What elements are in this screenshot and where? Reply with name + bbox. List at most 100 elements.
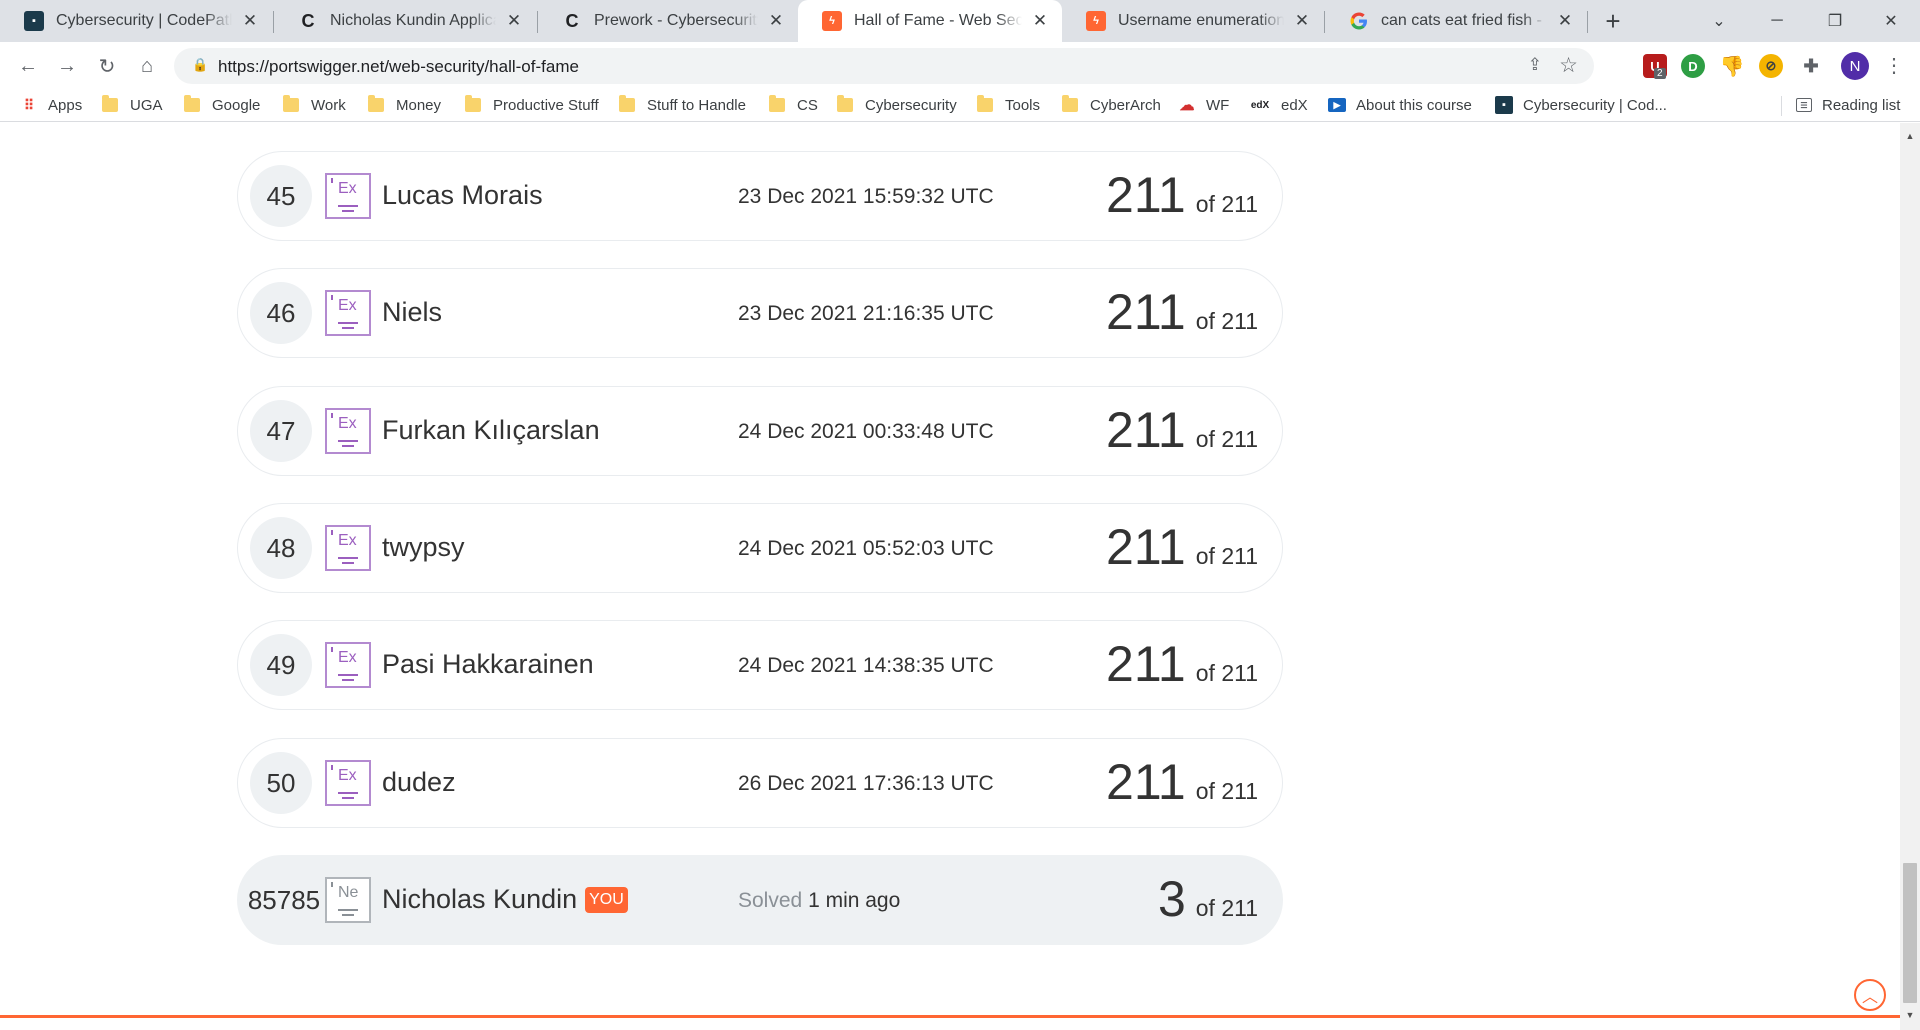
bookmark-star-icon[interactable]: ☆	[1559, 53, 1578, 78]
restore-button[interactable]: ❐	[1806, 0, 1864, 42]
dislike-extension-icon[interactable]: 👎	[1720, 54, 1745, 78]
level-icon-line	[342, 797, 354, 799]
current-user-row: 85785 Ne Nicholas Kundin YOU Solved 1 mi…	[237, 855, 1283, 945]
score: 211 of 211	[1106, 635, 1258, 693]
bookmark-label: Productive Stuff	[493, 96, 599, 114]
leaderboard-row: 45 Ex Lucas Morais 23 Dec 2021 15:59:32 …	[237, 151, 1283, 241]
page-scrollbar[interactable]: ▲ ▼	[1900, 123, 1920, 1030]
level-icon-mark	[331, 882, 333, 887]
folder-icon	[619, 95, 635, 112]
tab-strip: ▪ Cybersecurity | CodePath.org ✕ C Nicho…	[0, 0, 1920, 42]
bookmark-folder-cybersecurity[interactable]: Cybersecurity	[837, 94, 957, 116]
close-icon[interactable]: ✕	[1030, 11, 1050, 31]
bookmark-label: About this course	[1356, 96, 1472, 114]
folder-icon	[368, 95, 384, 112]
bookmark-label: Money	[396, 96, 442, 114]
rank-badge: 48	[250, 517, 312, 579]
bookmark-apps[interactable]: ⠿ Apps	[20, 94, 82, 116]
bookmark-folder-tools[interactable]: Tools	[977, 94, 1040, 116]
tab-title: Prework - Cybersecurity University	[594, 12, 758, 29]
rank-badge: 49	[250, 634, 312, 696]
portswigger-icon: ϟ	[1086, 11, 1106, 31]
leaderboard-row: 48 Ex twypsy 24 Dec 2021 05:52:03 UTC 21…	[237, 503, 1283, 593]
bookmark-wf[interactable]: ☁ WF	[1178, 94, 1230, 116]
browser-toolbar: ← → ↻ ⌂ 🔒 https://portswigger.net/web-se…	[0, 42, 1920, 88]
scrollbar-thumb[interactable]	[1903, 863, 1917, 1003]
tab-search-icon[interactable]: ⌄	[1690, 0, 1748, 42]
level-icon-line	[338, 674, 358, 676]
browser-menu-icon[interactable]: ⋮	[1884, 52, 1904, 80]
bookmark-folder-uga[interactable]: UGA	[102, 94, 163, 116]
bookmark-folder-productive-stuff[interactable]: Productive Stuff	[465, 94, 599, 116]
close-window-button[interactable]: ✕	[1862, 0, 1920, 42]
labs-total: of 211	[1195, 308, 1258, 334]
bookmark-label: Stuff to Handle	[647, 96, 746, 114]
wf-cloud-icon: ☁	[1179, 97, 1195, 114]
level-icon-line	[342, 679, 354, 681]
puzzle-extensions-icon[interactable]: ✚	[1799, 54, 1823, 78]
codepath-icon: ▪	[24, 11, 44, 31]
bookmark-folder-cyberarch[interactable]: CyberArch	[1062, 94, 1161, 116]
bookmark-label: CyberArch	[1090, 96, 1161, 114]
google-icon	[1349, 11, 1369, 31]
new-tab-button[interactable]: +	[1598, 6, 1628, 36]
level-icon-mark	[331, 647, 333, 652]
codepath-c-icon: C	[565, 10, 579, 31]
score: 211 of 211	[1106, 401, 1258, 459]
close-icon[interactable]: ✕	[240, 11, 260, 31]
address-bar[interactable]: 🔒 https://portswigger.net/web-security/h…	[174, 48, 1594, 84]
labs-total: of 211	[1195, 778, 1258, 804]
minimize-button[interactable]: ─	[1748, 0, 1806, 42]
expert-level-icon: Ex	[325, 525, 371, 571]
level-icon-line	[342, 327, 354, 329]
bookmark-label: Work	[311, 96, 346, 114]
scroll-down-arrow-icon[interactable]: ▼	[1900, 1010, 1920, 1022]
grammar-extension-icon[interactable]: D	[1681, 54, 1705, 78]
expert-level-icon: Ex	[325, 173, 371, 219]
completion-date: 24 Dec 2021 14:38:35 UTC	[738, 654, 994, 677]
user-name-text: Nicholas Kundin	[382, 884, 578, 914]
tab-codepath[interactable]: ▪ Cybersecurity | CodePath.org ✕	[0, 0, 272, 42]
labs-solved: 211	[1106, 284, 1186, 340]
lock-icon[interactable]: 🔒	[192, 57, 210, 75]
bookmark-cybersecurity-codepath[interactable]: ▪ Cybersecurity | Cod...	[1495, 94, 1667, 116]
back-button[interactable]: ←	[12, 50, 44, 82]
reload-button[interactable]: ↻	[91, 50, 123, 82]
rank-badge: 45	[250, 165, 312, 227]
url-text[interactable]: https://portswigger.net/web-security/hal…	[218, 57, 579, 77]
tab-google-search[interactable]: can cats eat fried fish - Google ✕	[1325, 0, 1587, 42]
tab-title: can cats eat fried fish - Google	[1381, 12, 1547, 29]
bookmark-folder-cs[interactable]: CS	[769, 94, 818, 116]
tab-prework[interactable]: C Prework - Cybersecurity University ✕	[538, 0, 798, 42]
level-icon-mark	[331, 765, 333, 770]
close-icon[interactable]: ✕	[504, 11, 524, 31]
codepath-icon: ▪	[1495, 96, 1513, 114]
bookmark-folder-stuff-to-handle[interactable]: Stuff to Handle	[619, 94, 746, 116]
share-icon[interactable]: ⇪	[1528, 55, 1542, 75]
score: 211 of 211	[1106, 166, 1258, 224]
scroll-to-top-button[interactable]: ︿	[1854, 979, 1886, 1011]
tab-username-enumeration[interactable]: ϟ Username enumeration via ✕	[1062, 0, 1324, 42]
home-button[interactable]: ⌂	[131, 50, 163, 82]
chevron-up-icon: ︿	[1861, 989, 1878, 1006]
close-icon[interactable]: ✕	[1555, 11, 1575, 31]
bookmark-folder-google[interactable]: Google	[184, 94, 260, 116]
close-icon[interactable]: ✕	[766, 11, 786, 31]
profile-avatar[interactable]: N	[1841, 52, 1869, 80]
blocker-extension-icon[interactable]: ⊘	[1759, 54, 1783, 78]
bookmark-edx[interactable]: edX edX	[1249, 94, 1308, 116]
bookmark-folder-money[interactable]: Money	[368, 94, 441, 116]
scroll-up-arrow-icon[interactable]: ▲	[1900, 131, 1920, 143]
forward-button[interactable]: →	[51, 50, 83, 82]
tab-divider	[1587, 11, 1588, 33]
rank-badge: 85785	[247, 884, 321, 915]
bookmark-folder-work[interactable]: Work	[283, 94, 346, 116]
folder-icon	[465, 95, 481, 112]
tab-hall-of-fame[interactable]: ϟ Hall of Fame - Web Security Academy ✕	[798, 0, 1062, 42]
leaderboard-row: 50 Ex dudez 26 Dec 2021 17:36:13 UTC 211…	[237, 738, 1283, 828]
close-icon[interactable]: ✕	[1292, 11, 1312, 31]
tab-application[interactable]: C Nicholas Kundin Application ✕	[274, 0, 536, 42]
reading-list-button[interactable]: ☰ Reading list	[1796, 94, 1900, 116]
leaderboard-row: 46 Ex Niels 23 Dec 2021 21:16:35 UTC 211…	[237, 268, 1283, 358]
bookmark-about-this-course[interactable]: ▶ About this course	[1328, 94, 1472, 116]
